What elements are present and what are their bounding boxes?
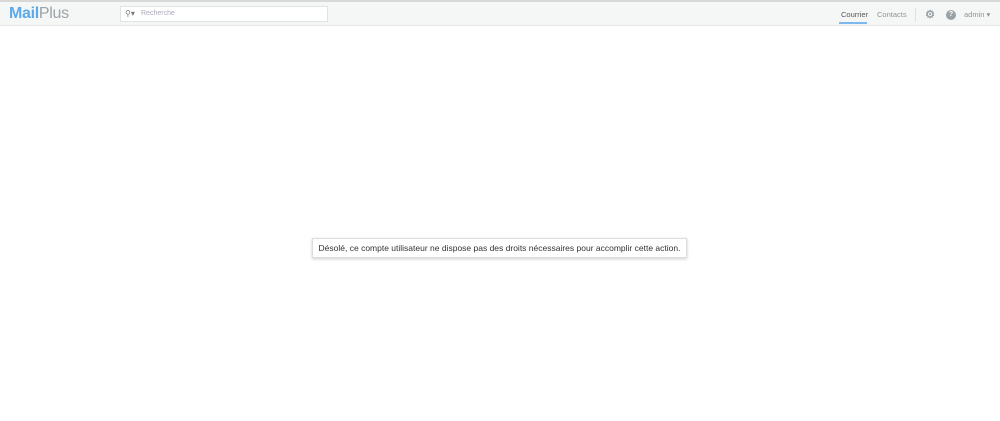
active-tab-indicator — [839, 22, 867, 24]
tab-contacts[interactable]: Contacts — [877, 10, 907, 19]
search-icon[interactable]: ⚲▾ — [125, 7, 135, 21]
search-input[interactable]: ⚲▾ Recherche — [120, 6, 328, 22]
gear-icon[interactable]: ⚙ — [925, 10, 935, 21]
user-menu[interactable]: admin ▾ — [964, 10, 990, 19]
permission-error-message: Désolé, ce compte utilisateur ne dispose… — [312, 238, 687, 258]
help-icon[interactable]: ? — [946, 10, 956, 20]
top-bar: MailPlus ⚲▾ Recherche Courrier Contacts … — [0, 0, 1000, 26]
logo: MailPlus — [9, 5, 69, 22]
search-placeholder: Recherche — [141, 10, 175, 17]
tab-courrier[interactable]: Courrier — [841, 10, 868, 19]
divider — [915, 8, 916, 22]
